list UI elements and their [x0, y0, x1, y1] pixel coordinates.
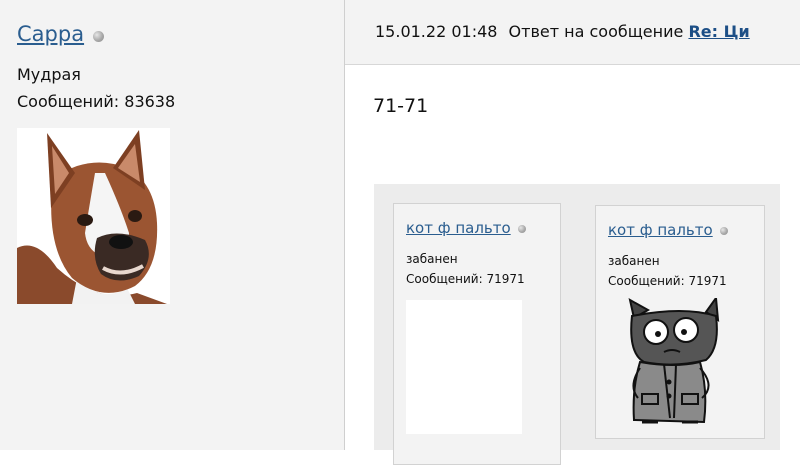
author-sidebar: Сарра Мудрая Сообщений: 83638 [0, 0, 345, 450]
author-username-row: Сарра [17, 22, 105, 46]
quoted-user-row: кот ф пальто [608, 221, 728, 239]
reply-to-link[interactable]: Re: Ци [688, 22, 749, 41]
quoted-user-card: кот ф пальто забанен Сообщений: 71971 [393, 203, 561, 465]
quoted-user-post-count: Сообщений: 71971 [608, 274, 727, 288]
quoted-username-link[interactable]: кот ф пальто [406, 219, 511, 237]
author-rank: Мудрая [17, 65, 81, 84]
quoted-user-rank: забанен [608, 254, 660, 268]
post-body-text: 71-71 [373, 95, 429, 117]
cartoon-cat-icon [628, 295, 720, 424]
offline-status-icon [517, 225, 526, 233]
offline-status-icon [93, 30, 105, 42]
author-username-link[interactable]: Сарра [17, 22, 84, 46]
cat-in-coat-avatar [624, 295, 724, 428]
post-meta-line: 15.01.22 01:48 Ответ на сообщение Re: Ци [375, 22, 750, 41]
quoted-user-post-count: Сообщений: 71971 [406, 272, 525, 286]
boxer-dog-avatar-icon [17, 128, 170, 304]
post-header: 15.01.22 01:48 Ответ на сообщение Re: Ци [345, 0, 800, 65]
embedded-quote-image: кот ф пальто забанен Сообщений: 71971 ко… [374, 184, 780, 465]
reply-prefix-text: Ответ на сообщение [508, 22, 684, 41]
post-date: 15.01.22 01:48 [375, 22, 498, 41]
blank-avatar [406, 300, 522, 434]
quoted-user-rank: забанен [406, 252, 458, 266]
quoted-user-row: кот ф пальто [406, 219, 526, 237]
author-avatar[interactable] [17, 128, 170, 304]
author-post-count: Сообщений: 83638 [17, 92, 176, 111]
quoted-user-card: кот ф пальто забанен Сообщений: 71971 [595, 205, 765, 439]
offline-status-icon [719, 227, 728, 235]
quoted-username-link[interactable]: кот ф пальто [608, 221, 713, 239]
